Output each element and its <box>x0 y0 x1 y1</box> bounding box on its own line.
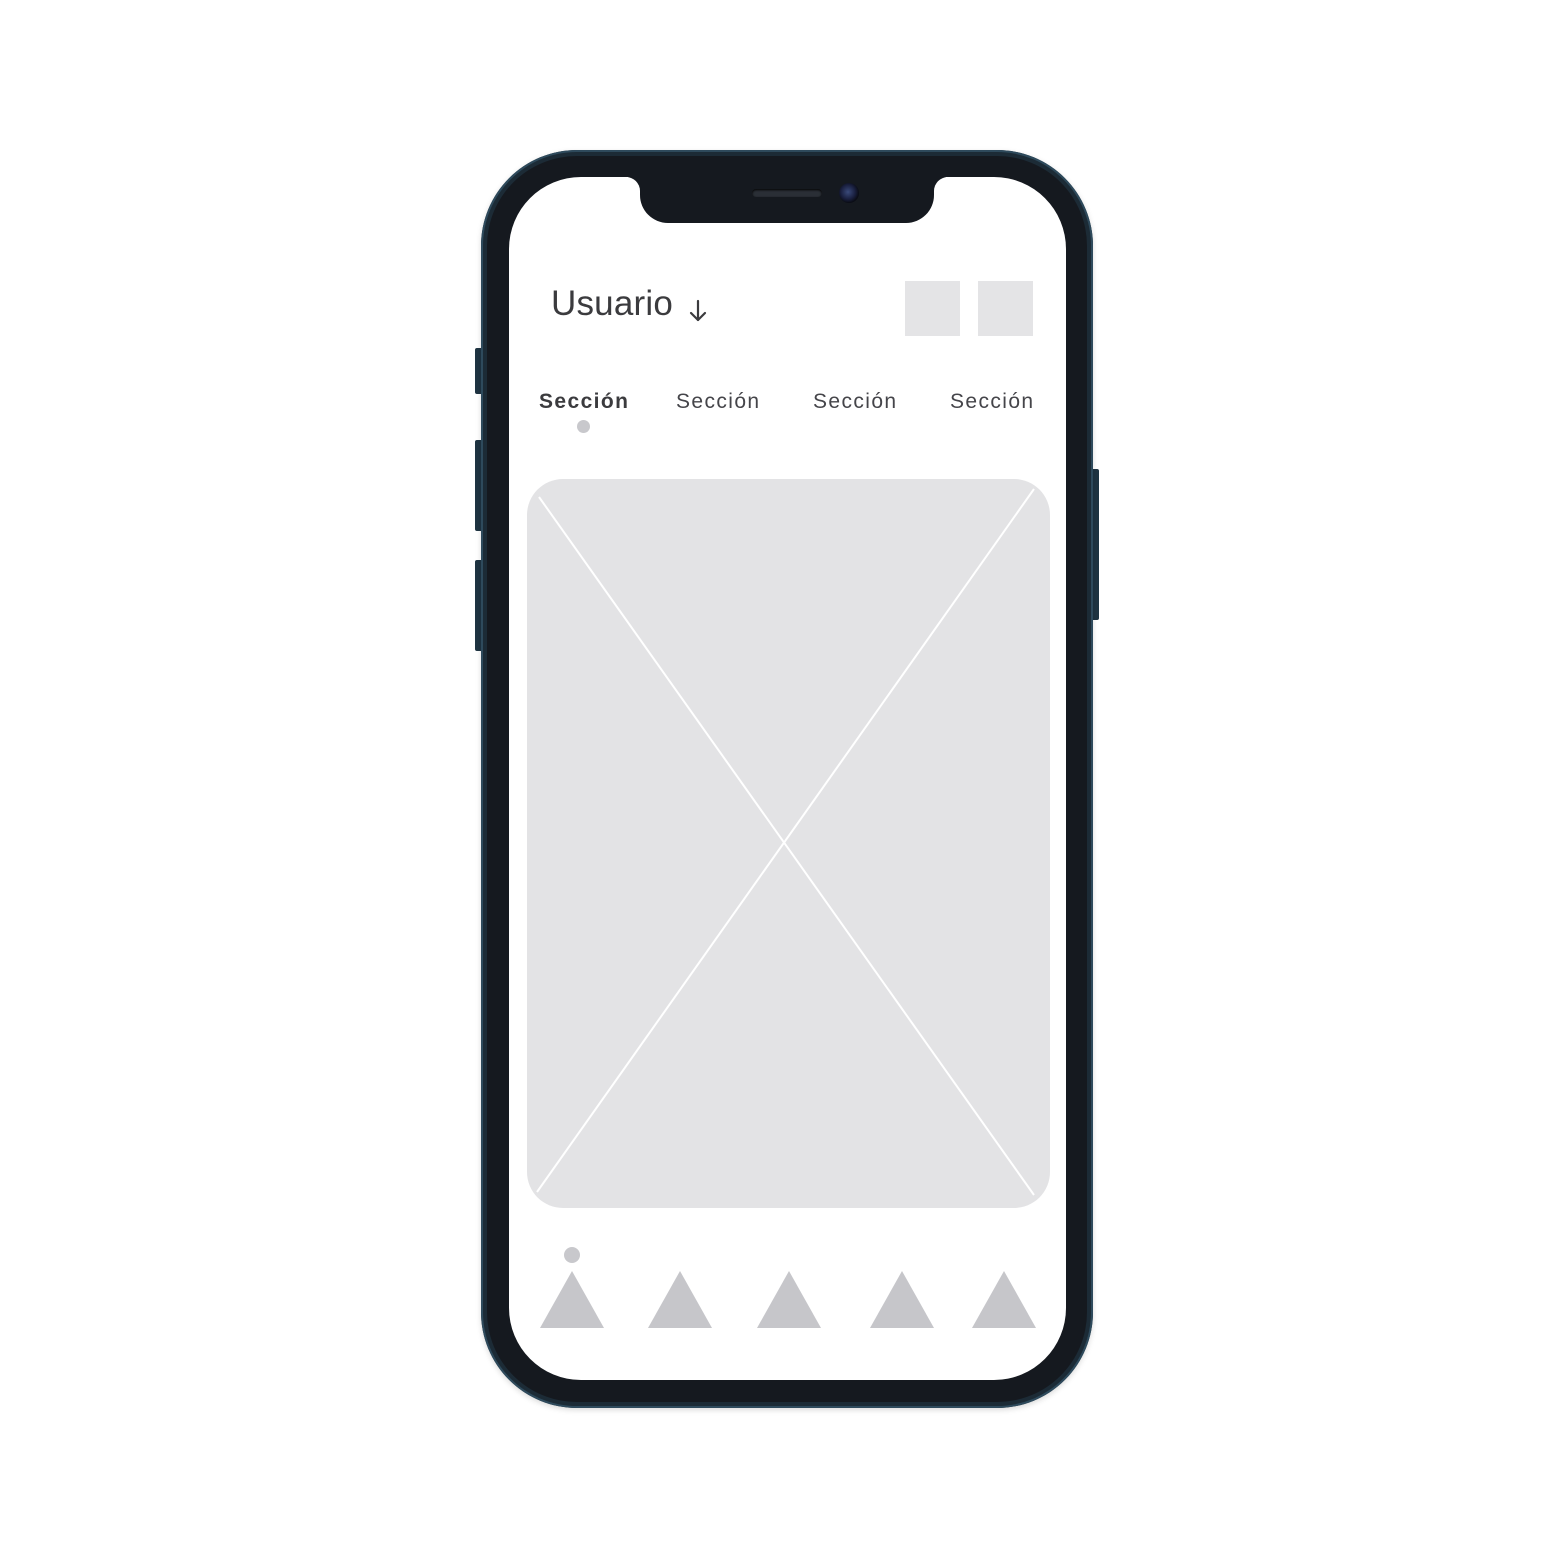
triangle-icon <box>648 1271 712 1328</box>
triangle-icon <box>972 1271 1036 1328</box>
app-stage: Usuario Sección Sección Sección Sección <box>0 0 1548 1555</box>
image-placeholder-icon <box>536 488 1035 1196</box>
triangle-icon <box>540 1271 604 1328</box>
earpiece-speaker <box>752 189 822 197</box>
tab-seccion-2[interactable]: Sección <box>676 390 761 414</box>
nav-item-4[interactable] <box>870 1271 934 1328</box>
tab-seccion-4[interactable]: Sección <box>950 390 1035 414</box>
user-selector-label[interactable]: Usuario <box>551 284 673 324</box>
tab-seccion-1[interactable]: Sección <box>539 390 629 414</box>
front-camera <box>839 183 859 203</box>
notch-corner-right <box>932 177 948 191</box>
image-placeholder[interactable] <box>527 479 1050 1208</box>
nav-item-5[interactable] <box>972 1271 1036 1328</box>
active-nav-indicator <box>564 1247 580 1263</box>
active-tab-indicator <box>577 420 590 433</box>
nav-item-3[interactable] <box>757 1271 821 1328</box>
tab-seccion-3[interactable]: Sección <box>813 390 898 414</box>
triangle-icon <box>870 1271 934 1328</box>
header-action-button-2[interactable] <box>978 281 1033 336</box>
nav-item-2[interactable] <box>648 1271 712 1328</box>
header-action-button-1[interactable] <box>905 281 960 336</box>
nav-item-1[interactable] <box>540 1271 604 1328</box>
triangle-icon <box>757 1271 821 1328</box>
arrow-down-icon[interactable] <box>686 298 710 324</box>
